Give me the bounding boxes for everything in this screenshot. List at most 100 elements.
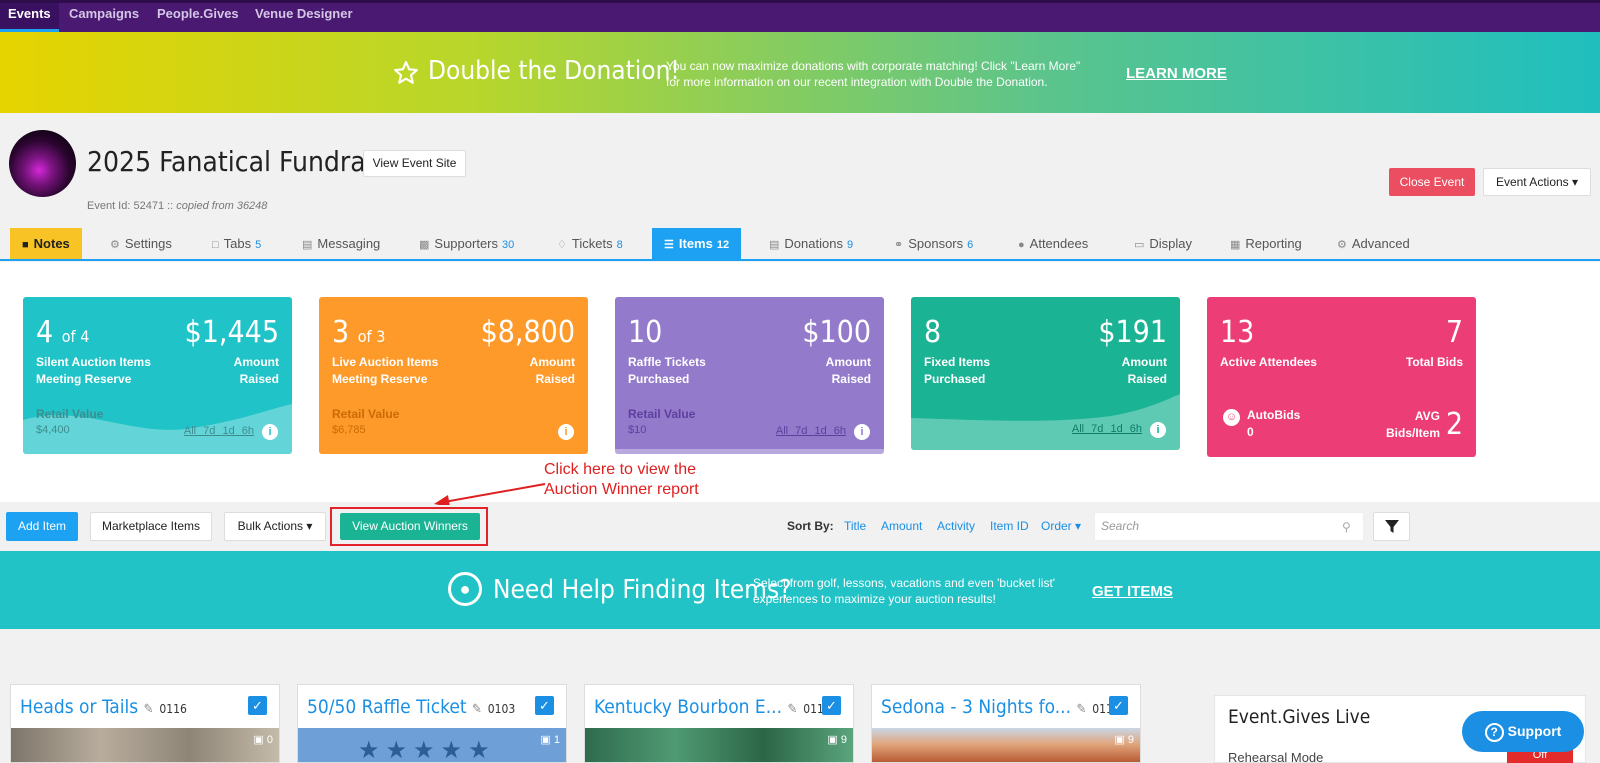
view-auction-winners-button[interactable]: View Auction Winners — [340, 513, 480, 540]
item-image — [585, 728, 853, 762]
bulk-actions-button[interactable]: Bulk Actions ▾ — [224, 512, 326, 541]
learn-more-link[interactable]: LEARN MORE — [1126, 65, 1227, 82]
help-text: Select from golf, lessons, vacations and… — [753, 576, 1056, 606]
tab-label: Messaging — [317, 236, 381, 251]
card-label-left: Active Attendees — [1220, 355, 1317, 369]
item-checkbox[interactable]: ✓ — [822, 696, 841, 715]
card-big-right: $191 — [1098, 315, 1167, 350]
autobids-value: 0 — [1247, 425, 1254, 439]
tab-messaging[interactable]: ▤ Messaging — [290, 228, 392, 259]
tab-advanced[interactable]: ⚙ Advanced — [1325, 228, 1422, 259]
layers-icon: ☰ — [664, 239, 674, 251]
time-ranges[interactable]: All 7d 1d 6h — [184, 425, 254, 437]
item-card[interactable]: 50/50 Raffle Ticket ✎ 0103 ✓ ★★★★★ ▣ 1 — [297, 684, 567, 763]
item-card[interactable]: Heads or Tails ✎ 0116 ✓ ▣ 0 — [10, 684, 280, 763]
star-icon — [394, 61, 418, 84]
tab-settings[interactable]: ⚙ Settings — [98, 228, 184, 259]
bulk-actions-label: Bulk Actions — [237, 519, 303, 533]
card-big-right: $100 — [802, 315, 871, 350]
item-card[interactable]: Sedona - 3 Nights fo... ✎ 0113 ✓ ▣ 9 — [871, 684, 1141, 763]
retail-label: Retail Value — [332, 407, 400, 421]
item-checkbox[interactable]: ✓ — [248, 696, 267, 715]
card-label-left: Raffle Tickets Purchased — [628, 355, 706, 386]
get-items-link[interactable]: GET ITEMS — [1092, 583, 1173, 600]
event-actions-button[interactable]: Event Actions ▾ — [1483, 168, 1591, 196]
sort-activity[interactable]: Activity — [937, 519, 975, 533]
tab-display[interactable]: ▭ Display — [1122, 228, 1204, 259]
time-ranges[interactable]: All 7d 1d 6h — [776, 425, 846, 437]
item-name[interactable]: 50/50 Raffle Ticket ✎ 0103 — [307, 696, 515, 718]
tab-notes[interactable]: ■ Notes — [10, 228, 82, 259]
nav-events[interactable]: Events — [0, 3, 59, 32]
search-input[interactable]: Search — [1094, 512, 1364, 541]
item-checkbox[interactable]: ✓ — [535, 696, 554, 715]
tab-supporters[interactable]: ▩ Supporters 30 — [407, 228, 526, 259]
tab-count: 5 — [255, 239, 262, 251]
marketplace-items-button[interactable]: Marketplace Items — [90, 512, 212, 541]
tab-label: Items — [678, 236, 713, 251]
info-icon[interactable]: i — [262, 424, 278, 440]
tab-sponsors[interactable]: ⚭ Sponsors 6 — [882, 228, 985, 259]
tab-label: Advanced — [1351, 236, 1410, 251]
card-big-left: 3 of 3 — [332, 315, 386, 350]
retail-value: $10 — [628, 424, 647, 436]
pencil-icon[interactable]: ✎ — [144, 702, 154, 717]
close-event-button[interactable]: Close Event — [1389, 168, 1475, 196]
retail-value: $4,400 — [36, 424, 70, 436]
info-icon[interactable]: i — [854, 424, 870, 440]
pencil-icon[interactable]: ✎ — [787, 702, 797, 717]
help-title: Need Help Finding Items? — [493, 575, 792, 605]
stars-decoration: ★★★★★ — [358, 737, 496, 763]
add-item-button[interactable]: Add Item — [6, 512, 78, 541]
dtd-text: You can now maximize donations with corp… — [666, 59, 1081, 89]
autobids-label: AutoBids — [1247, 408, 1301, 422]
item-image: ★★★★★ — [298, 728, 566, 763]
view-event-site-button[interactable]: View Event Site — [363, 150, 466, 177]
filter-icon — [1384, 520, 1399, 533]
info-icon[interactable]: i — [558, 424, 574, 440]
info-icon[interactable]: i — [1150, 422, 1166, 438]
handshake-icon: ⚭ — [894, 239, 904, 251]
sort-order[interactable]: Order ▾ — [1041, 519, 1081, 533]
caret-down-icon: ▾ — [306, 519, 313, 533]
item-name[interactable]: Heads or Tails ✎ 0116 — [20, 696, 187, 718]
card-label-right: Amount Raised — [825, 355, 871, 386]
support-button[interactable]: ? Support — [1462, 711, 1584, 752]
card-label-left: Silent Auction Items Meeting Reserve — [36, 355, 151, 386]
tab-items[interactable]: ☰ Items 12 — [652, 228, 742, 259]
event-actions-label: Event Actions — [1495, 175, 1569, 189]
item-checkbox[interactable]: ✓ — [1109, 696, 1128, 715]
nav-campaigns[interactable]: Campaigns — [61, 3, 147, 32]
nav-venue-designer[interactable]: Venue Designer — [247, 3, 361, 32]
tab-donations[interactable]: ▤ Donations 9 — [757, 228, 865, 259]
smile-icon: ☺ — [1223, 409, 1240, 426]
time-ranges[interactable]: All 7d 1d 6h — [1072, 423, 1142, 435]
tab-count: 9 — [846, 239, 854, 251]
fixed-items-card: 8 $191 Fixed Items Purchased Amount Rais… — [911, 297, 1180, 450]
sort-title[interactable]: Title — [844, 519, 866, 533]
annotation-text: Click here to view the Auction Winner re… — [544, 461, 699, 498]
tag-icon: ♢ — [557, 239, 567, 251]
item-card[interactable]: Kentucky Bourbon E... ✎ 0115 ✓ ▣ 9 — [584, 684, 854, 763]
need-help-banner: ● Need Help Finding Items? Select from g… — [0, 551, 1600, 629]
card-label-right: Amount Raised — [1121, 355, 1167, 386]
nav-people-gives[interactable]: People.Gives — [149, 3, 247, 32]
item-name[interactable]: Kentucky Bourbon E... ✎ 0115 — [594, 696, 831, 718]
tab-tickets[interactable]: ♢ Tickets 8 — [545, 228, 635, 259]
sort-amount[interactable]: Amount — [881, 519, 922, 533]
tab-attendees[interactable]: ● Attendees — [1006, 228, 1100, 259]
card-big-left: 10 — [628, 315, 663, 350]
silent-auction-card: 4 of 4 $1,445 Silent Auction Items Meeti… — [23, 297, 292, 454]
retail-label: Retail Value — [628, 407, 696, 421]
pencil-icon[interactable]: ✎ — [472, 702, 482, 717]
card-big-left: 13 — [1220, 315, 1255, 350]
tab-tabs[interactable]: □ Tabs 5 — [200, 228, 273, 259]
clipboard-icon: ▩ — [419, 239, 430, 251]
help-circle-icon: ? — [1484, 723, 1504, 742]
avg-bids-value: 2 — [1445, 407, 1463, 442]
sort-item-id[interactable]: Item ID — [990, 519, 1029, 533]
tab-reporting[interactable]: ▦ Reporting — [1218, 228, 1314, 259]
item-name[interactable]: Sedona - 3 Nights fo... ✎ 0113 — [881, 696, 1120, 718]
pencil-icon[interactable]: ✎ — [1076, 702, 1086, 717]
filter-button[interactable] — [1373, 512, 1410, 541]
